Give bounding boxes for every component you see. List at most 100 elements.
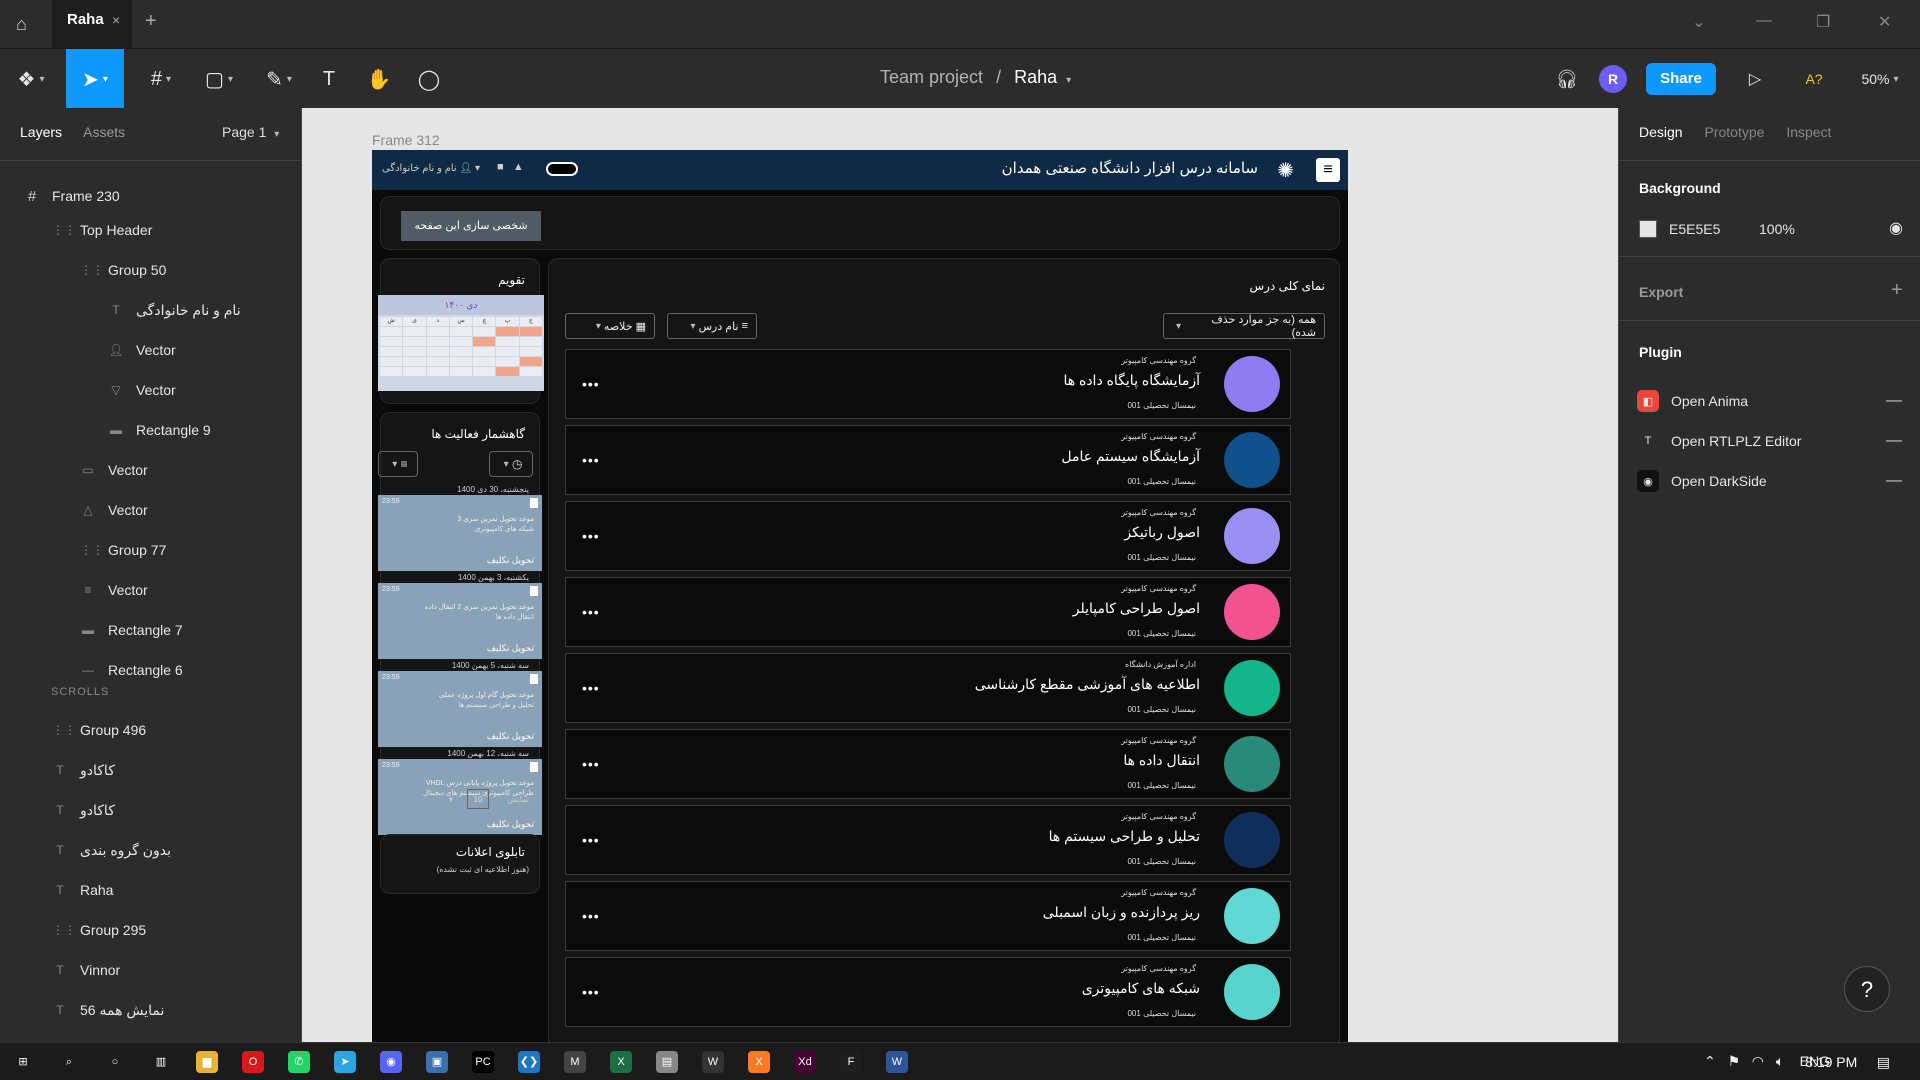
calendar-day[interactable]	[380, 367, 403, 376]
more-options-icon[interactable]: •••	[582, 984, 600, 1000]
pycharm-icon[interactable]: PC	[472, 1051, 494, 1073]
course-card[interactable]: اداره آموزش دانشگاه اطلاعیه های آموزشی م…	[565, 653, 1291, 723]
page-selector[interactable]: Page 1 ▾	[222, 124, 279, 140]
course-name[interactable]: اصول رباتیکز	[1124, 524, 1200, 541]
course-card[interactable]: گروه مهندسی کامپیوتر آزمایشگاه پایگاه دا…	[565, 349, 1291, 419]
course-name[interactable]: شبکه های کامپیوتری	[1082, 980, 1200, 997]
course-name[interactable]: آزمایشگاه پایگاه داده ها	[1063, 372, 1200, 389]
home-icon[interactable]: ⌂	[16, 14, 27, 35]
calendar-day[interactable]	[449, 337, 473, 346]
course-thumbnail[interactable]	[1224, 736, 1280, 792]
calendar-day[interactable]	[473, 347, 496, 356]
theme-toggle[interactable]	[546, 162, 578, 176]
bell-icon[interactable]: ▲	[513, 161, 524, 173]
figma-icon[interactable]: F	[840, 1051, 862, 1073]
layer-item[interactable]: T نام و نام خانوادگی	[0, 290, 301, 330]
discord-icon[interactable]: ◉	[380, 1051, 402, 1073]
windows-start-icon[interactable]: ⊞	[12, 1051, 34, 1073]
calendar-day[interactable]	[473, 367, 496, 376]
more-options-icon[interactable]: •••	[582, 908, 600, 924]
excel-icon[interactable]: X	[610, 1051, 632, 1073]
remove-plugin-icon[interactable]: —	[1886, 432, 1902, 450]
menu-icon[interactable]: ≡	[1316, 158, 1340, 182]
frame-tool-icon[interactable]: # ▾	[138, 49, 184, 109]
network-icon[interactable]: ⚑	[1728, 1053, 1741, 1069]
tab-prototype[interactable]: Prototype	[1704, 124, 1764, 140]
chevron-down-icon[interactable]: ⌄	[1692, 12, 1705, 32]
submit-assignment-link[interactable]: تحویل تکلیف	[487, 819, 534, 830]
chevron-up-icon[interactable]: ⌃	[1704, 1053, 1716, 1069]
app-icon[interactable]: ▤	[656, 1051, 678, 1073]
calendar-day[interactable]	[403, 367, 426, 376]
calendar-day[interactable]	[519, 327, 542, 336]
more-options-icon[interactable]: •••	[582, 832, 600, 848]
calendar-day[interactable]	[403, 327, 426, 336]
comment-icon[interactable]: ■	[497, 161, 504, 173]
layer-item[interactable]: ≡ Vector	[0, 570, 301, 610]
course-card[interactable]: گروه مهندسی کامپیوتر تحلیل و طراحی سیستم…	[565, 805, 1291, 875]
vscode-icon[interactable]: ❮❯	[518, 1051, 540, 1073]
layer-item[interactable]: ▬ Rectangle 9	[0, 410, 301, 450]
calendar-day[interactable]	[496, 337, 519, 346]
tab-assets[interactable]: Assets	[83, 124, 125, 140]
main-menu-icon[interactable]: ❖ ▾	[8, 49, 54, 109]
breadcrumb-file[interactable]: Raha	[1014, 67, 1057, 87]
course-thumbnail[interactable]	[1224, 432, 1280, 488]
layer-item[interactable]: T نمایش همه 56	[0, 990, 301, 1030]
course-thumbnail[interactable]	[1224, 888, 1280, 944]
wifi-icon[interactable]: ◠	[1752, 1053, 1764, 1069]
sort-name-dropdown[interactable]: ≡ نام درس ▾	[667, 313, 757, 339]
more-options-icon[interactable]: •••	[582, 756, 600, 772]
tab-layers[interactable]: Layers	[20, 124, 62, 140]
calendar-day[interactable]	[403, 337, 426, 346]
headphones-icon[interactable]: 🎧︎	[1550, 49, 1584, 109]
plugin-item[interactable]: ◧ Open Anima	[1637, 390, 1748, 412]
opera-icon[interactable]: O	[242, 1051, 264, 1073]
calendar-grid[interactable]: شیدسچپج	[378, 315, 544, 378]
course-thumbnail[interactable]	[1224, 584, 1280, 640]
calendar-month[interactable]: دی ۱۴۰۰	[378, 295, 544, 315]
tab-inspect[interactable]: Inspect	[1786, 124, 1831, 140]
calendar-day[interactable]	[426, 347, 449, 356]
remove-plugin-icon[interactable]: —	[1886, 472, 1902, 490]
chevron-down-icon[interactable]: ▾	[449, 795, 453, 804]
search-icon[interactable]: ⌕	[58, 1051, 80, 1073]
calendar-day[interactable]	[449, 347, 473, 356]
submit-assignment-link[interactable]: تحویل تکلیف	[487, 731, 534, 742]
close-tab-icon[interactable]: ×	[112, 12, 120, 28]
volume-icon[interactable]: 🔈︎	[1776, 1053, 1784, 1069]
course-name[interactable]: اطلاعیه های آموزشی مقطع کارشناسی	[975, 676, 1200, 693]
calendar-day[interactable]	[449, 367, 473, 376]
calendar-day[interactable]	[380, 357, 403, 366]
layer-item[interactable]: T بدون گروه بندی	[0, 830, 301, 870]
calendar-day[interactable]	[449, 327, 473, 336]
app-icon[interactable]: M	[564, 1051, 586, 1073]
calendar-day[interactable]	[519, 357, 542, 366]
layer-item[interactable]: ▽ Vector	[0, 370, 301, 410]
clock[interactable]: 8:19 PM ▤	[1805, 1054, 1890, 1071]
tab-design[interactable]: Design	[1639, 124, 1683, 140]
remove-plugin-icon[interactable]: —	[1886, 392, 1902, 410]
calendar-day[interactable]	[426, 357, 449, 366]
more-options-icon[interactable]: •••	[582, 528, 600, 544]
frame-label[interactable]: Frame 312	[372, 132, 440, 148]
task-view-icon[interactable]: ▥	[150, 1051, 172, 1073]
plugin-item[interactable]: T Open RTLPLZ Editor	[1637, 430, 1801, 452]
background-swatch[interactable]	[1639, 220, 1657, 238]
course-name[interactable]: تحلیل و طراحی سیستم ها	[1049, 828, 1200, 845]
layer-item[interactable]: ⋮⋮ Group 496	[0, 710, 301, 750]
pen-tool-icon[interactable]: ✎ ▾	[256, 49, 302, 109]
zoom-dropdown[interactable]: 50% ▾	[1852, 49, 1908, 109]
background-opacity[interactable]: 100%	[1759, 221, 1795, 237]
layer-item[interactable]: ⋮⋮ Top Header	[0, 210, 301, 250]
more-options-icon[interactable]: •••	[582, 604, 600, 620]
calendar-day[interactable]	[519, 367, 542, 376]
course-name[interactable]: انتقال داده ها	[1123, 752, 1200, 769]
minimize-icon[interactable]: —	[1756, 12, 1772, 30]
show-count-dropdown[interactable]: 10	[467, 789, 489, 809]
comment-tool-icon[interactable]: ◯	[412, 49, 446, 109]
share-button[interactable]: Share	[1646, 63, 1716, 95]
calendar-day[interactable]	[519, 337, 542, 346]
calendar-day[interactable]	[473, 327, 496, 336]
course-name[interactable]: ریز پردازنده و زبان اسمبلی	[1043, 904, 1200, 921]
